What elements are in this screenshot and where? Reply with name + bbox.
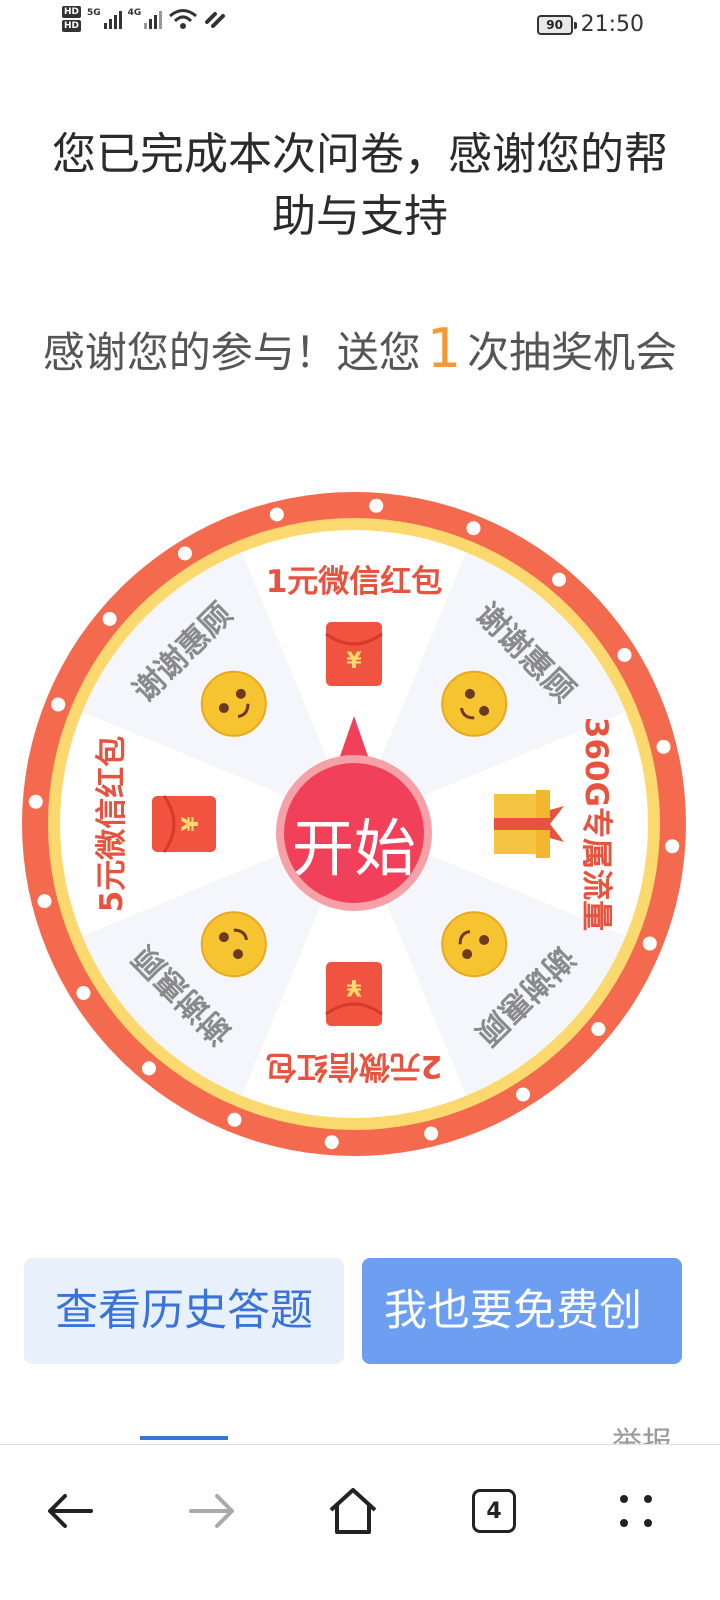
prize-label: 5元微信红包 (94, 736, 130, 913)
prize-label: 1元微信红包 (266, 564, 443, 600)
back-arrow-icon (48, 1494, 93, 1528)
rim-light (642, 936, 657, 951)
browser-bottom-nav: 4 (0, 1444, 720, 1600)
red-envelope-icon: ¥ (325, 622, 383, 686)
status-right: 90 21:50 (536, 12, 644, 37)
tabs-button[interactable]: 4 (454, 1471, 534, 1551)
rim-light (51, 697, 66, 712)
rim-light (466, 521, 481, 536)
start-button-label: 开始 (292, 812, 416, 885)
rim-light (656, 739, 671, 754)
home-icon (329, 1488, 377, 1534)
view-history-button[interactable]: 查看历史答题 (24, 1258, 344, 1364)
rim-light (37, 894, 52, 909)
forward-button[interactable] (172, 1471, 252, 1551)
rim-light (76, 986, 91, 1001)
signal-icon-2 (144, 9, 163, 29)
svg-text:¥: ¥ (346, 649, 362, 674)
rim-light (102, 611, 117, 626)
tabs-icon: 4 (472, 1489, 516, 1533)
rim-light (28, 794, 43, 809)
network-5g-label: 5G (87, 8, 101, 18)
prize-wheel: 1元微信红包谢谢惠顾360G专属流量谢谢惠顾2元微信红包谢谢惠顾5元微信红包谢谢… (22, 492, 686, 1156)
completion-title: 您已完成本次问卷，感谢您的帮助与支持 (52, 129, 668, 242)
red-envelope-icon: ¥ (325, 962, 383, 1026)
rim-light (227, 1112, 242, 1127)
create-survey-button[interactable]: 我也要免费创 (362, 1258, 682, 1364)
lottery-message-before: 感谢您的参与！送您 (42, 328, 421, 377)
more-button[interactable] (596, 1471, 676, 1551)
rim-light (552, 572, 567, 587)
prize-label: 2元微信红包 (266, 1048, 443, 1084)
hd-sim1-icon: HD (62, 6, 82, 18)
svg-text:¥: ¥ (346, 974, 362, 999)
rim-light (617, 647, 632, 662)
forward-arrow-icon (189, 1494, 234, 1528)
red-envelope-icon: ¥ (152, 795, 216, 853)
battery-icon: 90 (536, 14, 577, 35)
lottery-count: 1 (426, 317, 462, 380)
clock: 21:50 (580, 12, 644, 37)
rim-light (141, 1061, 156, 1076)
rim-light (269, 507, 284, 522)
status-bar: HD HD 5G 4G 90 21:50 (0, 0, 720, 50)
network-4g-label: 4G (127, 8, 142, 18)
rim-light (424, 1126, 439, 1141)
back-button[interactable] (30, 1471, 110, 1551)
rim-light (665, 839, 680, 854)
home-button[interactable] (313, 1471, 393, 1551)
svg-text:¥: ¥ (179, 816, 204, 832)
wifi-icon (169, 9, 198, 29)
rim-light (516, 1087, 531, 1102)
signal-icon (103, 9, 122, 29)
sim-indicators: HD HD (62, 6, 82, 32)
rim-light (177, 546, 192, 561)
link-icon (205, 12, 226, 28)
hd-sim2-icon: HD (62, 20, 82, 32)
more-icon (620, 1495, 652, 1527)
lottery-message-after: 次抽奖机会 (467, 328, 678, 377)
lottery-message: 感谢您的参与！送您 1 次抽奖机会 (20, 318, 700, 384)
rim-light (369, 498, 384, 513)
rim-light (591, 1022, 606, 1037)
prize-label: 360G专属流量 (578, 717, 614, 931)
status-left: HD HD 5G 4G (62, 6, 228, 32)
rim-light (324, 1135, 339, 1150)
